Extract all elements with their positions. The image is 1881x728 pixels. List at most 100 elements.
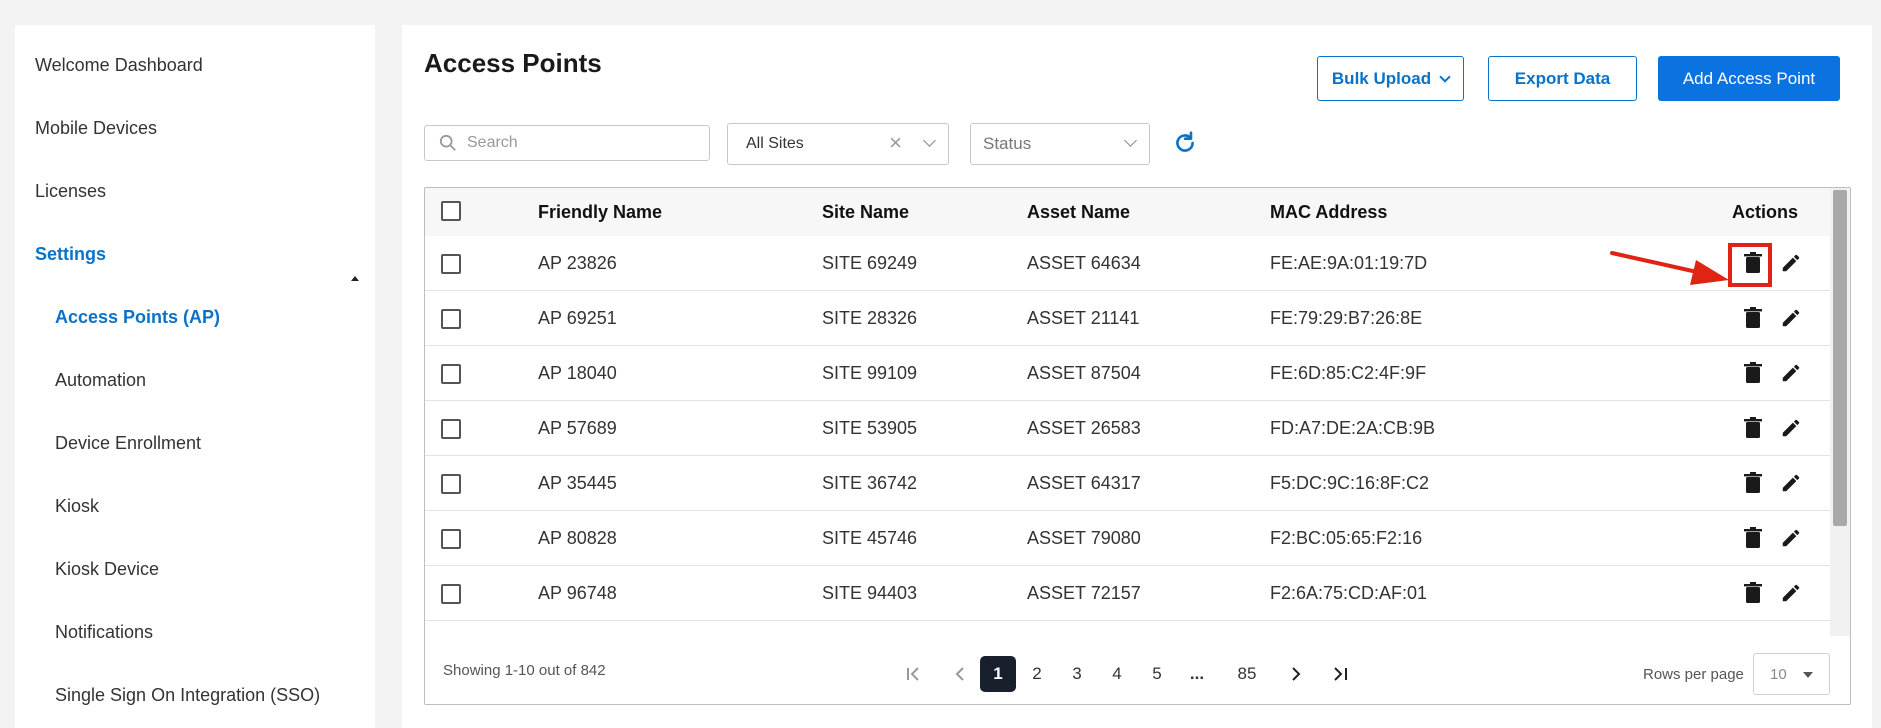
pencil-icon[interactable] (1780, 472, 1802, 499)
scrollbar-thumb[interactable] (1833, 190, 1847, 526)
previous-page-icon[interactable] (945, 656, 975, 692)
page-ellipsis: ... (1189, 664, 1205, 683)
status-select-placeholder: Status (983, 134, 1032, 153)
chevron-down-icon (1439, 70, 1451, 83)
cell-site-name: SITE 53905 (822, 418, 918, 438)
row-checkbox[interactable] (441, 419, 461, 439)
page-button-1[interactable]: 1 (980, 656, 1016, 692)
row-checkbox[interactable] (441, 474, 461, 494)
table-row[interactable]: AP 35445 SITE 36742 ASSET 64317 F5:DC:9C:16… (425, 456, 1830, 511)
cell-asset-name: ASSET 64317 (1027, 473, 1141, 493)
trash-icon[interactable] (1744, 417, 1762, 444)
cell-site-name: SITE 69249 (822, 253, 918, 273)
pencil-icon[interactable] (1780, 362, 1802, 389)
sidebar-item-notifications[interactable]: Notifications (55, 622, 153, 643)
page-button-4[interactable]: 4 (1102, 656, 1132, 692)
cell-site-name: SITE 94403 (822, 583, 918, 603)
pencil-icon[interactable] (1780, 527, 1802, 554)
sidebar: Welcome Dashboard Mobile Devices License… (15, 25, 375, 728)
add-access-point-button[interactable]: Add Access Point (1658, 56, 1840, 101)
cell-site-name: SITE 28326 (822, 308, 918, 328)
row-checkbox[interactable] (441, 529, 461, 549)
cell-mac-address: FE:AE:9A:01:19:7D (1270, 253, 1428, 273)
column-header-asset-name[interactable]: Asset Name (1027, 202, 1130, 223)
sidebar-item-sso[interactable]: Single Sign On Integration (SSO) (55, 685, 320, 706)
cell-asset-name: ASSET 21141 (1027, 308, 1140, 328)
annotation-arrow (1610, 251, 1729, 285)
pencil-icon[interactable] (1780, 252, 1802, 279)
cell-asset-name: ASSET 87504 (1027, 363, 1141, 383)
table-scrollbar[interactable] (1830, 188, 1850, 636)
trash-icon[interactable] (1744, 527, 1762, 554)
row-checkbox[interactable] (441, 364, 461, 384)
table-footer: Showing 1-10 out of 842 1 2 3 4 5 ... 85 (425, 636, 1850, 704)
table-row[interactable]: AP 18040 SITE 99109 ASSET 87504 FE:6D:85:C2… (425, 346, 1830, 401)
rows-per-page-select[interactable]: 10 (1753, 653, 1830, 695)
search-icon (439, 134, 456, 151)
sidebar-item-licenses[interactable]: Licenses (35, 181, 106, 202)
search-input[interactable] (467, 134, 687, 152)
column-header-mac-address[interactable]: MAC Address (1270, 202, 1387, 223)
row-checkbox[interactable] (441, 254, 461, 274)
trash-icon[interactable] (1744, 472, 1762, 499)
cell-friendly-name: AP 96748 (538, 583, 617, 603)
sidebar-item-settings[interactable]: Settings (35, 244, 106, 265)
page-button-5[interactable]: 5 (1142, 656, 1172, 692)
table-row[interactable]: AP 69251 SITE 28326 ASSET 21141 FE:79:29:B7… (425, 291, 1830, 346)
sidebar-item-access-points[interactable]: Access Points (AP) (55, 307, 220, 328)
sidebar-item-kiosk-device[interactable]: Kiosk Device (55, 559, 159, 580)
refresh-icon[interactable] (1172, 130, 1198, 156)
pencil-icon[interactable] (1780, 582, 1802, 609)
table-row[interactable]: AP 57689 SITE 53905 ASSET 26583 FD:A7:DE:2A… (425, 401, 1830, 456)
main-panel: Access Points Bulk Upload Export Data Ad… (402, 25, 1872, 728)
status-select[interactable]: Status (970, 123, 1150, 165)
trash-icon[interactable] (1744, 362, 1762, 389)
row-checkbox[interactable] (441, 584, 461, 604)
sidebar-item-welcome-dashboard[interactable]: Welcome Dashboard (35, 55, 203, 76)
page-title: Access Points (424, 48, 602, 78)
clear-icon[interactable]: × (889, 132, 902, 154)
row-checkbox[interactable] (441, 309, 461, 329)
sidebar-item-kiosk[interactable]: Kiosk (55, 496, 99, 517)
caret-up-icon[interactable] (351, 276, 359, 281)
bulk-upload-button[interactable]: Bulk Upload (1317, 56, 1464, 101)
caret-down-icon (1803, 672, 1813, 678)
cell-mac-address: FE:79:29:B7:26:8E (1270, 308, 1423, 328)
sidebar-item-mobile-devices[interactable]: Mobile Devices (35, 118, 157, 139)
column-header-site-name[interactable]: Site Name (822, 202, 909, 223)
site-select[interactable]: All Sites × (727, 123, 949, 165)
first-page-icon[interactable] (899, 656, 929, 692)
cell-friendly-name: AP 80828 (538, 528, 617, 548)
sidebar-item-automation[interactable]: Automation (55, 370, 146, 391)
column-header-friendly-name[interactable]: Friendly Name (538, 202, 662, 223)
pagination-summary: Showing 1-10 out of 842 (443, 662, 606, 679)
trash-icon[interactable] (1744, 582, 1762, 609)
export-data-button[interactable]: Export Data (1488, 56, 1637, 101)
table-header: Friendly Name Site Name Asset Name MAC A… (425, 188, 1830, 236)
table-row[interactable]: AP 96748 SITE 94403 ASSET 72157 F2:6A:75:CD… (425, 566, 1830, 621)
select-all-checkbox[interactable] (441, 201, 461, 221)
cell-asset-name: ASSET 79080 (1027, 528, 1141, 548)
last-page-icon[interactable] (1325, 656, 1355, 692)
pencil-icon[interactable] (1780, 417, 1802, 444)
search-field[interactable] (424, 125, 710, 161)
rows-per-page-label: Rows per page (1643, 666, 1744, 683)
cell-friendly-name: AP 35445 (538, 473, 617, 493)
next-page-icon[interactable] (1281, 656, 1311, 692)
cell-mac-address: FE:6D:85:C2:4F:9F (1270, 363, 1427, 383)
page-button-3[interactable]: 3 (1062, 656, 1092, 692)
pencil-icon[interactable] (1780, 307, 1802, 334)
page-button-2[interactable]: 2 (1022, 656, 1052, 692)
cell-mac-address: F2:6A:75:CD:AF:01 (1270, 583, 1428, 603)
table-row[interactable]: AP 80828 SITE 45746 ASSET 79080 F2:BC:05:65… (425, 511, 1830, 566)
cell-friendly-name: AP 23826 (538, 253, 617, 273)
cell-mac-address: FD:A7:DE:2A:CB:9B (1270, 418, 1436, 438)
page-button-85[interactable]: 85 (1229, 656, 1265, 692)
sidebar-item-device-enrollment[interactable]: Device Enrollment (55, 433, 201, 454)
trash-icon[interactable] (1744, 307, 1762, 334)
site-select-value: All Sites (746, 135, 804, 152)
chevron-down-icon (1124, 134, 1137, 147)
cell-site-name: SITE 36742 (822, 473, 918, 493)
annotation-highlight-box (1728, 243, 1772, 287)
bulk-upload-label: Bulk Upload (1331, 68, 1432, 88)
